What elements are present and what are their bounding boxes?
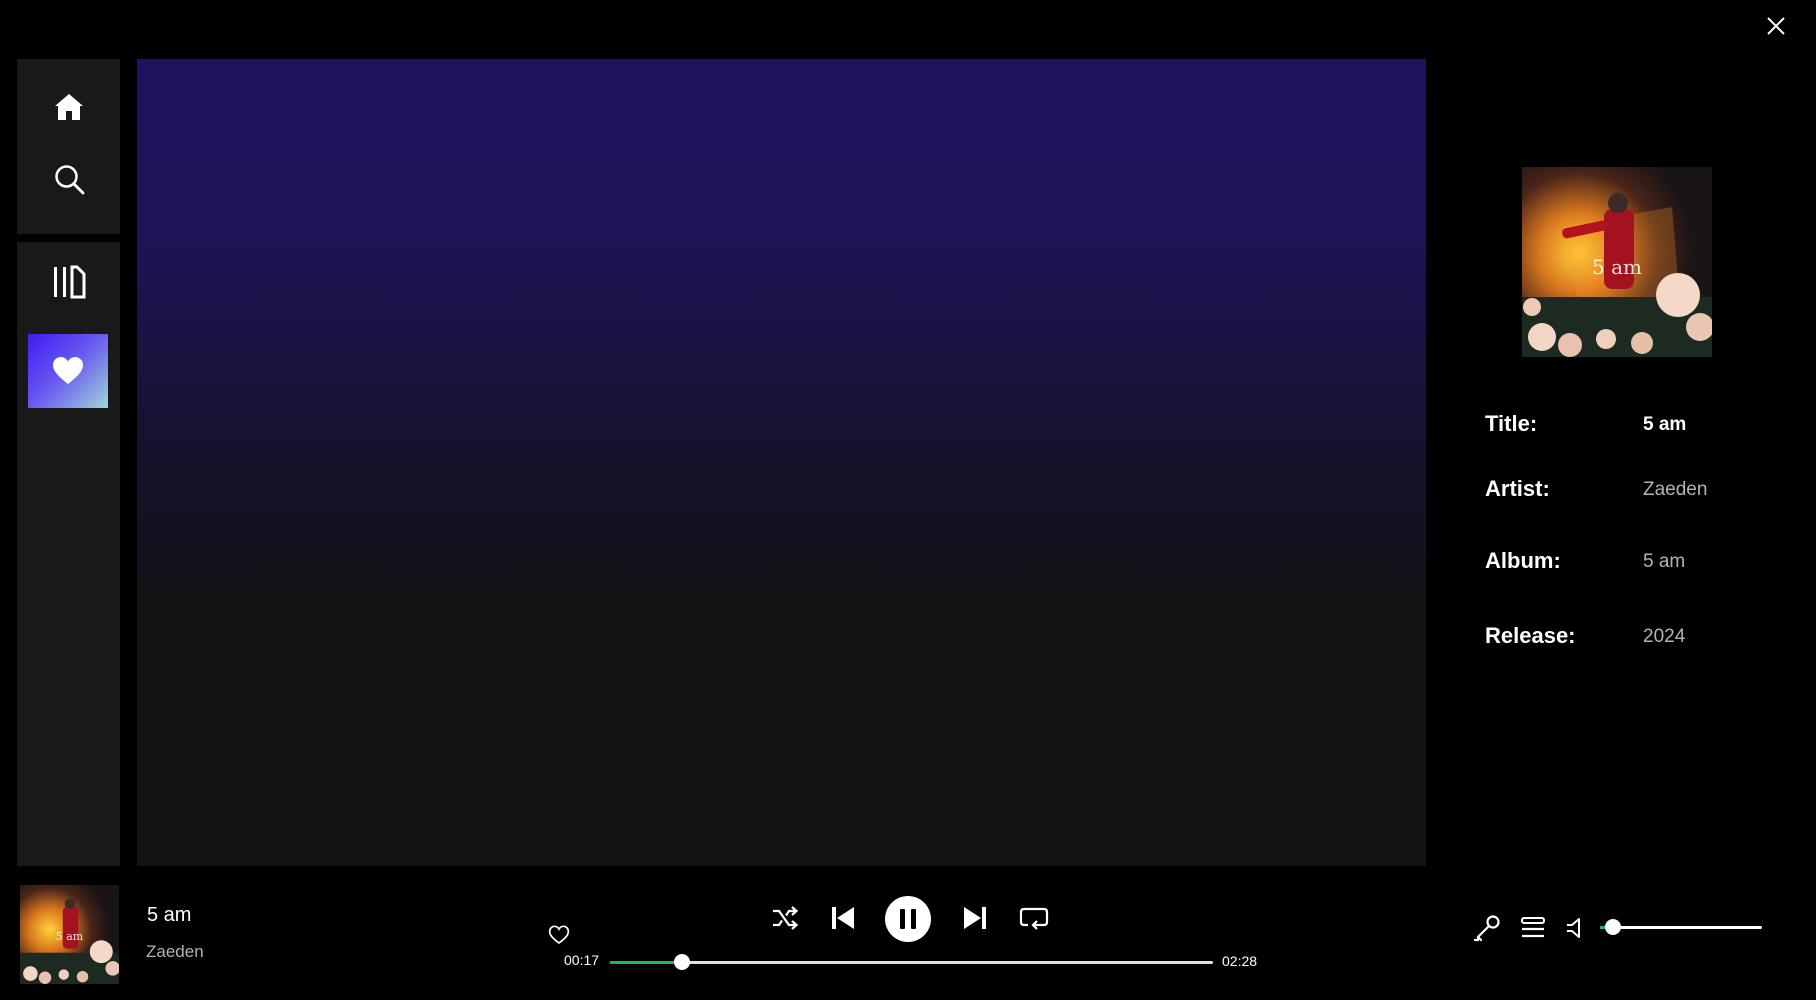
elapsed-time: 00:17 (564, 952, 600, 968)
total-duration: 02:28 (1222, 953, 1258, 969)
info-row-title: Title: 5 am (1485, 411, 1785, 443)
sidebar-library (17, 242, 120, 866)
progress-bar[interactable] (610, 954, 1213, 970)
volume-icon (1567, 918, 1580, 938)
volume-slider[interactable] (1600, 919, 1762, 935)
next-button[interactable] (960, 903, 990, 933)
heart-outline-icon (548, 925, 570, 945)
repeat-button[interactable] (1018, 903, 1050, 933)
info-label-album: Album: (1485, 548, 1561, 573)
queue-icon (1521, 917, 1545, 938)
volume-handle[interactable] (1604, 919, 1621, 935)
pause-button[interactable] (885, 896, 931, 942)
info-value-title: 5 am (1643, 414, 1687, 435)
info-row-artist: Artist: Zaeden (1485, 476, 1785, 508)
info-value-artist: Zaeden (1643, 479, 1708, 500)
sidebar-item-library[interactable] (47, 260, 91, 304)
info-label-title: Title: (1485, 411, 1538, 436)
search-icon (55, 165, 85, 195)
info-row-release: Release: 2024 (1485, 623, 1785, 655)
queue-button[interactable] (1518, 913, 1548, 943)
now-playing-artist[interactable]: Zaeden (146, 942, 204, 962)
app-window: 5 am Title: 5 am Artist: Zaeden Album: 5… (0, 0, 1816, 1000)
previous-button[interactable] (828, 903, 858, 933)
pause-icon (900, 909, 916, 929)
sidebar-item-search[interactable] (47, 159, 91, 199)
sidebar-nav (17, 59, 120, 234)
progress-fill (610, 961, 683, 964)
home-icon (55, 94, 83, 120)
progress-handle[interactable] (674, 954, 691, 970)
liked-songs-tile[interactable] (28, 334, 108, 408)
repeat-icon (1019, 907, 1049, 930)
shuffle-icon (773, 906, 799, 930)
info-value-release: 2024 (1643, 626, 1686, 647)
like-button[interactable] (545, 922, 573, 948)
next-icon (964, 907, 986, 929)
info-row-album: Album: 5 am (1485, 548, 1785, 580)
close-button[interactable] (1762, 12, 1790, 40)
sidebar-item-home[interactable] (47, 87, 91, 127)
album-cover-small[interactable]: 5 am (20, 885, 119, 984)
main-content (137, 59, 1426, 866)
shuffle-button[interactable] (770, 903, 800, 933)
microphone-icon (1473, 915, 1500, 942)
previous-icon (832, 907, 854, 929)
cover-title-text: 5 am (1592, 255, 1642, 279)
volume-button[interactable] (1562, 913, 1590, 943)
info-label-release: Release: (1485, 623, 1576, 648)
lyrics-button[interactable] (1472, 913, 1502, 943)
close-icon (1767, 17, 1785, 35)
info-value-album: 5 am (1643, 551, 1686, 572)
info-label-artist: Artist: (1485, 476, 1550, 501)
now-playing-title[interactable]: 5 am (147, 904, 191, 927)
heart-icon (53, 357, 83, 384)
library-icon (54, 265, 86, 299)
cover-title-text-small: 5 am (55, 930, 84, 943)
album-cover-large: 5 am (1522, 167, 1712, 357)
